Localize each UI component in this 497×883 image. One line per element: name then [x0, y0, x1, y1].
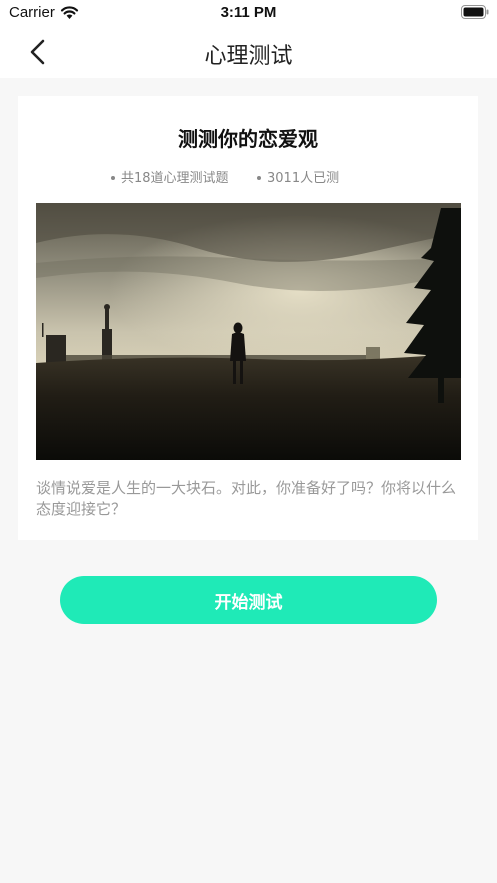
participant-count: 3011人已测	[257, 167, 339, 186]
page-title: 心理测试	[204, 44, 293, 69]
status-bar: Carrier 3:11 PM	[0, 0, 497, 28]
test-title: 测测你的恋爱观	[178, 127, 318, 151]
test-meta: 共18道心理测试题 3011人已测	[18, 167, 478, 186]
question-count: 共18道心理测试题	[111, 167, 229, 186]
test-description: 谈情说爱是人生的一大块石。对此，你准备好了吗？你将以什么态度迎接它？	[36, 479, 457, 518]
bullet-icon	[257, 175, 261, 180]
question-count-label: 共18道心理测试题	[121, 171, 229, 186]
participant-count-label: 3011人已测	[267, 171, 340, 186]
navigation-bar: 心理测试	[0, 28, 497, 78]
test-card: 测测你的恋爱观 共18道心理测试题 3011人已测 谈情说爱是人生的一大块石。对…	[18, 96, 478, 540]
bullet-icon	[111, 175, 115, 180]
battery-icon	[461, 5, 489, 19]
status-time: 3:11 PM	[220, 4, 277, 21]
start-test-button[interactable]: 开始测试	[60, 576, 437, 624]
cover-image	[36, 203, 461, 460]
